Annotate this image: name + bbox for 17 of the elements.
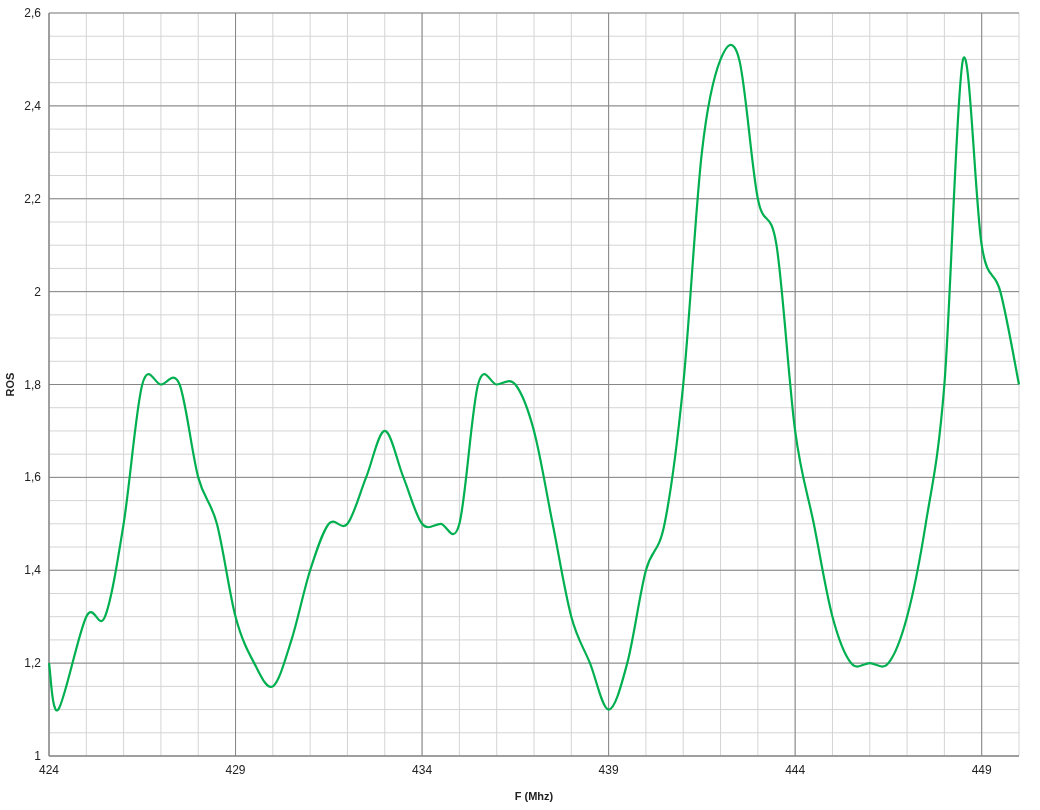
y-tick-label: 2 (34, 284, 41, 299)
x-tick-label: 444 (785, 763, 806, 777)
y-axis-title: ROS (4, 372, 16, 397)
y-tick-label: 1,8 (24, 377, 41, 392)
y-tick-label: 1,6 (24, 470, 41, 485)
y-tick-label: 2,2 (24, 191, 41, 206)
y-tick-label: 2,4 (24, 98, 41, 113)
x-tick-label: 424 (39, 763, 59, 777)
x-tick-label: 429 (225, 763, 246, 777)
y-tick-label: 2,6 (24, 6, 41, 20)
y-tick-label: 1,4 (24, 563, 41, 578)
x-tick-label: 434 (412, 763, 433, 777)
y-tick-label: 1,2 (24, 656, 41, 671)
x-tick-label: 439 (598, 763, 619, 777)
y-tick-label: 1 (34, 749, 41, 763)
x-tick-label: 449 (971, 763, 992, 777)
x-axis-title: F (Mhz) (514, 790, 554, 802)
